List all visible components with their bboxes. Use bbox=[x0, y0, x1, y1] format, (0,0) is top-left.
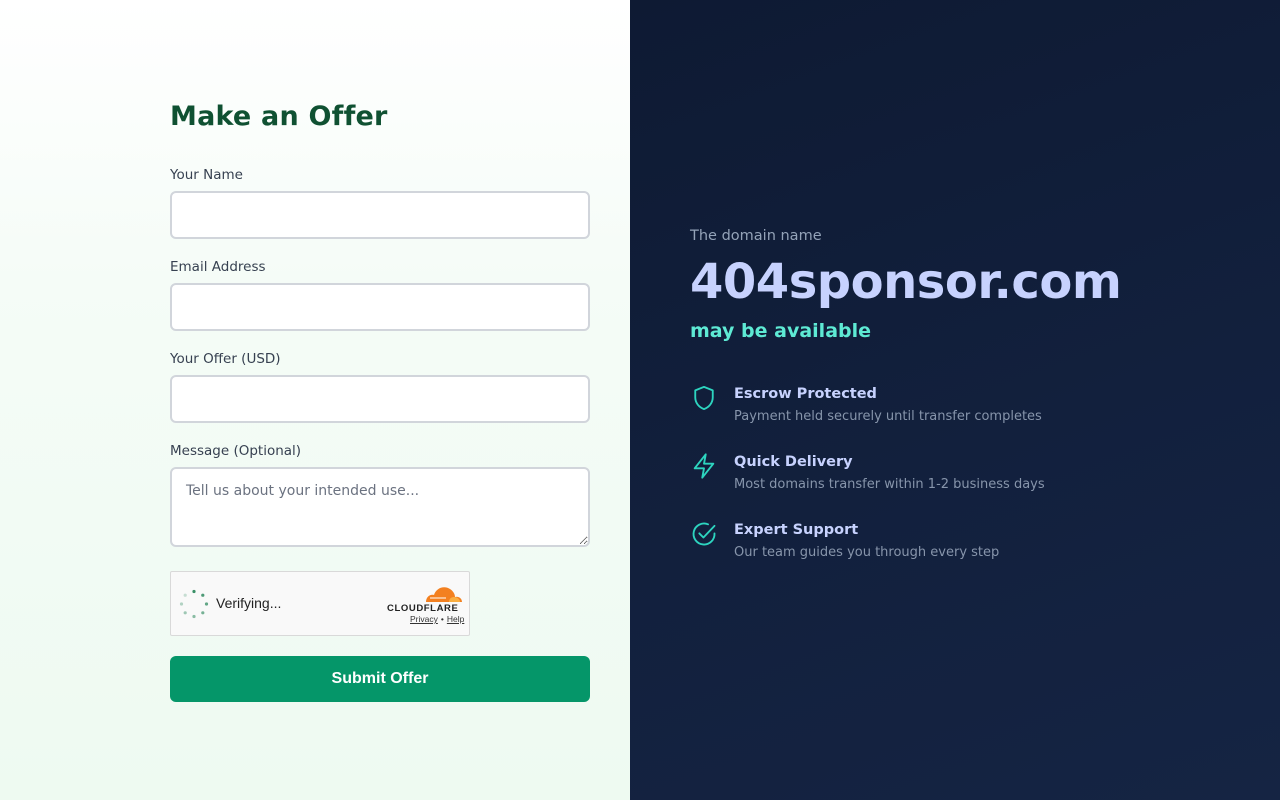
email-label: Email Address bbox=[170, 259, 266, 275]
link-separator: • bbox=[440, 614, 444, 624]
name-input[interactable] bbox=[170, 191, 590, 239]
page: Make an Offer Your Name Email Address Yo… bbox=[0, 0, 1280, 800]
feature-item: Expert Support Our team guides you throu… bbox=[690, 520, 1250, 564]
feature-title: Expert Support bbox=[734, 522, 859, 538]
name-label: Your Name bbox=[170, 167, 243, 183]
feature-description: Most domains transfer within 1-2 busines… bbox=[734, 477, 1045, 492]
feature-item: Quick Delivery Most domains transfer wit… bbox=[690, 452, 1250, 496]
cloudflare-logo-icon: CLOUDFLARE bbox=[387, 587, 462, 613]
feature-description: Payment held securely until transfer com… bbox=[734, 409, 1042, 424]
message-textarea[interactable] bbox=[170, 467, 590, 547]
privacy-link[interactable]: Privacy bbox=[410, 614, 438, 624]
feature-title: Escrow Protected bbox=[734, 386, 877, 402]
captcha-links: Privacy • Help bbox=[410, 614, 464, 624]
feature-title: Quick Delivery bbox=[734, 454, 853, 470]
feature-list: Escrow Protected Payment held securely u… bbox=[690, 384, 1250, 564]
message-label: Message (Optional) bbox=[170, 443, 302, 459]
shield-icon bbox=[694, 385, 714, 411]
form-title: Make an Offer bbox=[170, 101, 388, 132]
lightning-icon bbox=[693, 453, 715, 479]
feature-item: Escrow Protected Payment held securely u… bbox=[690, 384, 1250, 428]
check-circle-icon bbox=[692, 522, 716, 546]
feature-description: Our team guides you through every step bbox=[734, 545, 1000, 560]
domain-info-panel: The domain name 404sponsor.com may be av… bbox=[630, 0, 1280, 800]
offer-form: Make an Offer Your Name Email Address Yo… bbox=[170, 98, 590, 702]
captcha-status: Verifying... bbox=[216, 595, 282, 611]
domain-info: The domain name 404sponsor.com may be av… bbox=[690, 226, 1250, 588]
domain-status: may be available bbox=[690, 320, 872, 342]
domain-name: 404sponsor.com bbox=[690, 254, 1122, 310]
domain-intro: The domain name bbox=[690, 228, 822, 244]
loading-spinner-icon bbox=[179, 589, 209, 619]
help-link[interactable]: Help bbox=[447, 614, 464, 624]
offer-form-panel: Make an Offer Your Name Email Address Yo… bbox=[0, 0, 630, 800]
submit-offer-button[interactable]: Submit Offer bbox=[170, 656, 590, 702]
cloudflare-brand-text: CLOUDFLARE bbox=[387, 603, 458, 613]
captcha-widget[interactable]: Verifying... CLOUDFLARE Privacy • Help bbox=[170, 571, 470, 636]
email-input[interactable] bbox=[170, 283, 590, 331]
offer-label: Your Offer (USD) bbox=[170, 351, 281, 367]
offer-input[interactable] bbox=[170, 375, 590, 423]
